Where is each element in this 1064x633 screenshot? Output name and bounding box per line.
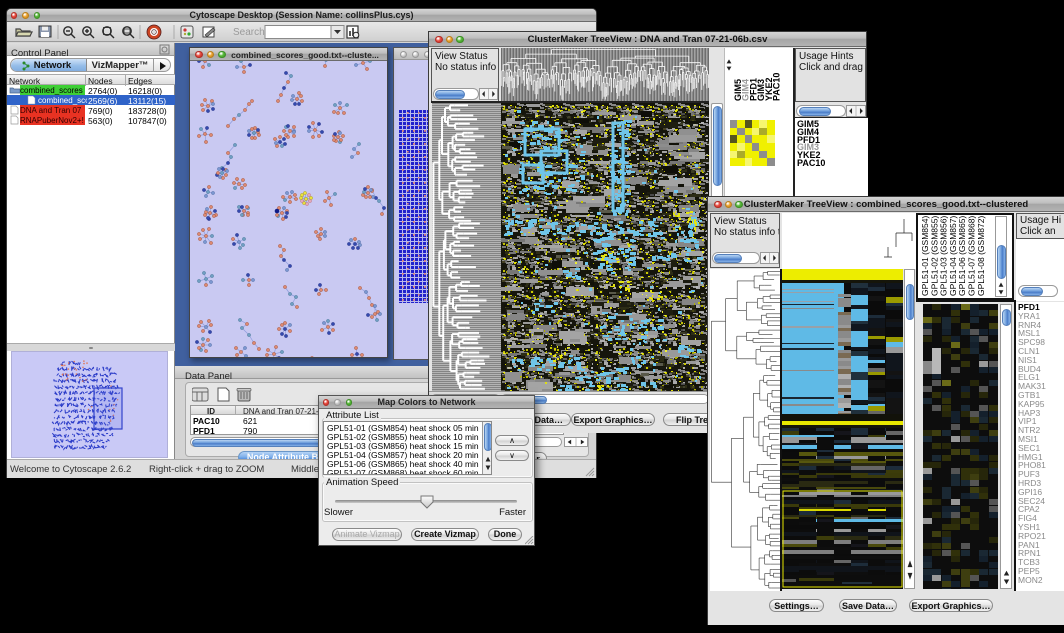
svg-text:Search:: Search: — [233, 27, 267, 38]
svg-text:PAC10: PAC10 — [772, 73, 782, 101]
svg-text:GPL51-08 (GSM872): GPL51-08 (GSM872) — [976, 216, 986, 296]
